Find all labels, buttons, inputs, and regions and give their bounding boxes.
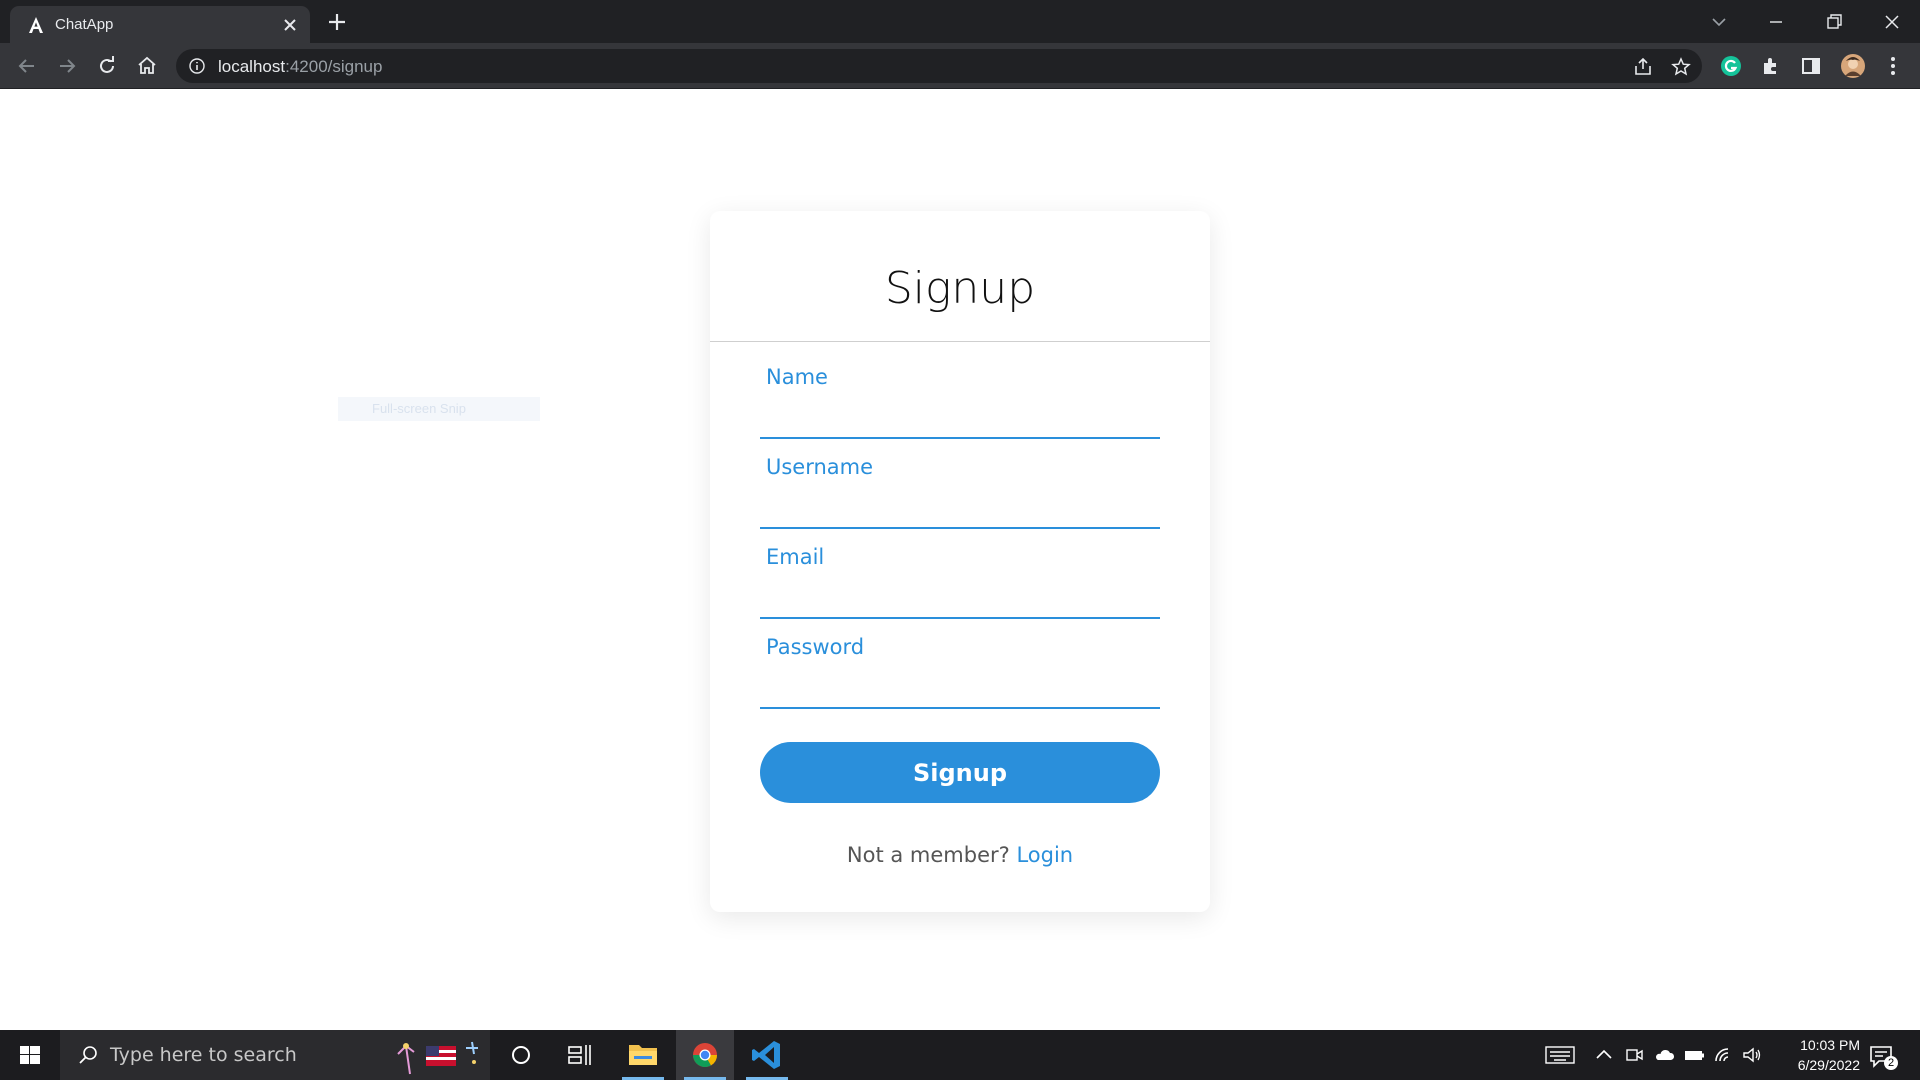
bookmark-star-icon[interactable] [1670,56,1692,78]
url-text[interactable]: localhost:4200/signup [218,57,382,77]
search-placeholder: Type here to search [110,1044,297,1066]
title-divider [710,341,1210,342]
name-underline [760,437,1160,439]
grammarly-icon[interactable] [1718,53,1744,79]
tab-search-icon[interactable] [1705,8,1733,36]
email-label: Email [766,545,825,569]
notification-count-badge: 2 [1884,1056,1898,1070]
username-field[interactable]: Username [760,453,1160,529]
chrome-taskbar-button[interactable] [676,1030,734,1080]
address-bar[interactable]: localhost:4200/signup [176,49,1702,83]
url-path: :4200/signup [285,57,383,76]
close-tab-icon[interactable] [280,15,300,35]
search-highlight-icon [397,1041,478,1075]
login-prompt: Not a member? Login [710,843,1210,867]
windows-taskbar: Type here to search 10:03 PM 6/29/2022 2 [0,1030,1920,1080]
signup-card: Signup Name Username Email Password Sign… [710,211,1210,912]
taskbar-clock[interactable]: 10:03 PM 6/29/2022 [1760,1035,1860,1075]
clock-date: 6/29/2022 [1797,1057,1860,1073]
page-title: Signup [884,263,1036,314]
folder-icon [629,1045,657,1065]
windows-start-icon[interactable] [0,1030,60,1080]
snip-ghost-label: Full-screen Snip [338,397,540,421]
browser-menu-icon[interactable] [1880,53,1906,79]
cortana-icon[interactable] [492,1030,550,1080]
login-link[interactable]: Login [1016,843,1073,867]
page-viewport: Full-screen Snip Signup Name Username Em… [0,89,1920,1030]
battery-icon[interactable] [1682,1043,1706,1067]
tab-title: ChatApp [55,16,114,33]
wifi-icon[interactable] [1712,1043,1736,1067]
name-label: Name [766,365,828,389]
username-underline [760,527,1160,529]
email-underline [760,617,1160,619]
back-arrow-icon[interactable] [14,53,40,79]
search-icon [79,1046,97,1064]
password-label: Password [766,635,865,659]
password-underline [760,707,1160,709]
minimize-icon[interactable] [1762,8,1790,36]
side-panel-icon[interactable] [1798,53,1824,79]
home-icon[interactable] [134,53,160,79]
meet-now-icon[interactable] [1622,1043,1646,1067]
browser-toolbar: localhost:4200/signup [0,43,1920,89]
password-field[interactable]: Password [760,633,1160,709]
angular-icon [29,17,43,33]
extensions-icon[interactable] [1758,53,1784,79]
profile-avatar-icon[interactable] [1840,53,1866,79]
tab-chatapp[interactable]: ChatApp [10,6,310,43]
url-host: localhost [218,57,286,76]
name-field[interactable]: Name [760,363,1160,439]
file-explorer-taskbar-button[interactable] [614,1030,672,1080]
close-window-icon[interactable] [1878,8,1906,36]
vscode-icon [752,1041,780,1069]
new-tab-icon[interactable] [324,9,350,35]
chrome-icon [693,1043,717,1068]
username-label: Username [766,455,874,479]
reload-icon[interactable] [94,53,120,79]
email-input[interactable] [760,581,1160,617]
onedrive-cloud-icon[interactable] [1652,1043,1676,1067]
task-view-icon[interactable] [550,1030,608,1080]
restore-icon[interactable] [1820,8,1848,36]
signup-button[interactable]: Signup [760,742,1160,803]
email-field[interactable]: Email [760,543,1160,619]
share-icon[interactable] [1632,56,1654,78]
login-prompt-text: Not a member? [846,843,1010,867]
name-input[interactable] [760,401,1160,437]
clock-time: 10:03 PM [1800,1037,1860,1053]
vscode-taskbar-button[interactable] [738,1030,796,1080]
keyboard-icon[interactable] [1544,1043,1576,1067]
forward-arrow-icon[interactable] [54,53,80,79]
taskbar-search-box[interactable]: Type here to search [60,1030,490,1080]
browser-tab-strip: ChatApp [0,0,1920,43]
show-hidden-icons-chevron-icon[interactable] [1592,1043,1616,1067]
username-input[interactable] [760,491,1160,527]
password-input[interactable] [760,671,1160,707]
info-icon[interactable] [188,57,206,75]
